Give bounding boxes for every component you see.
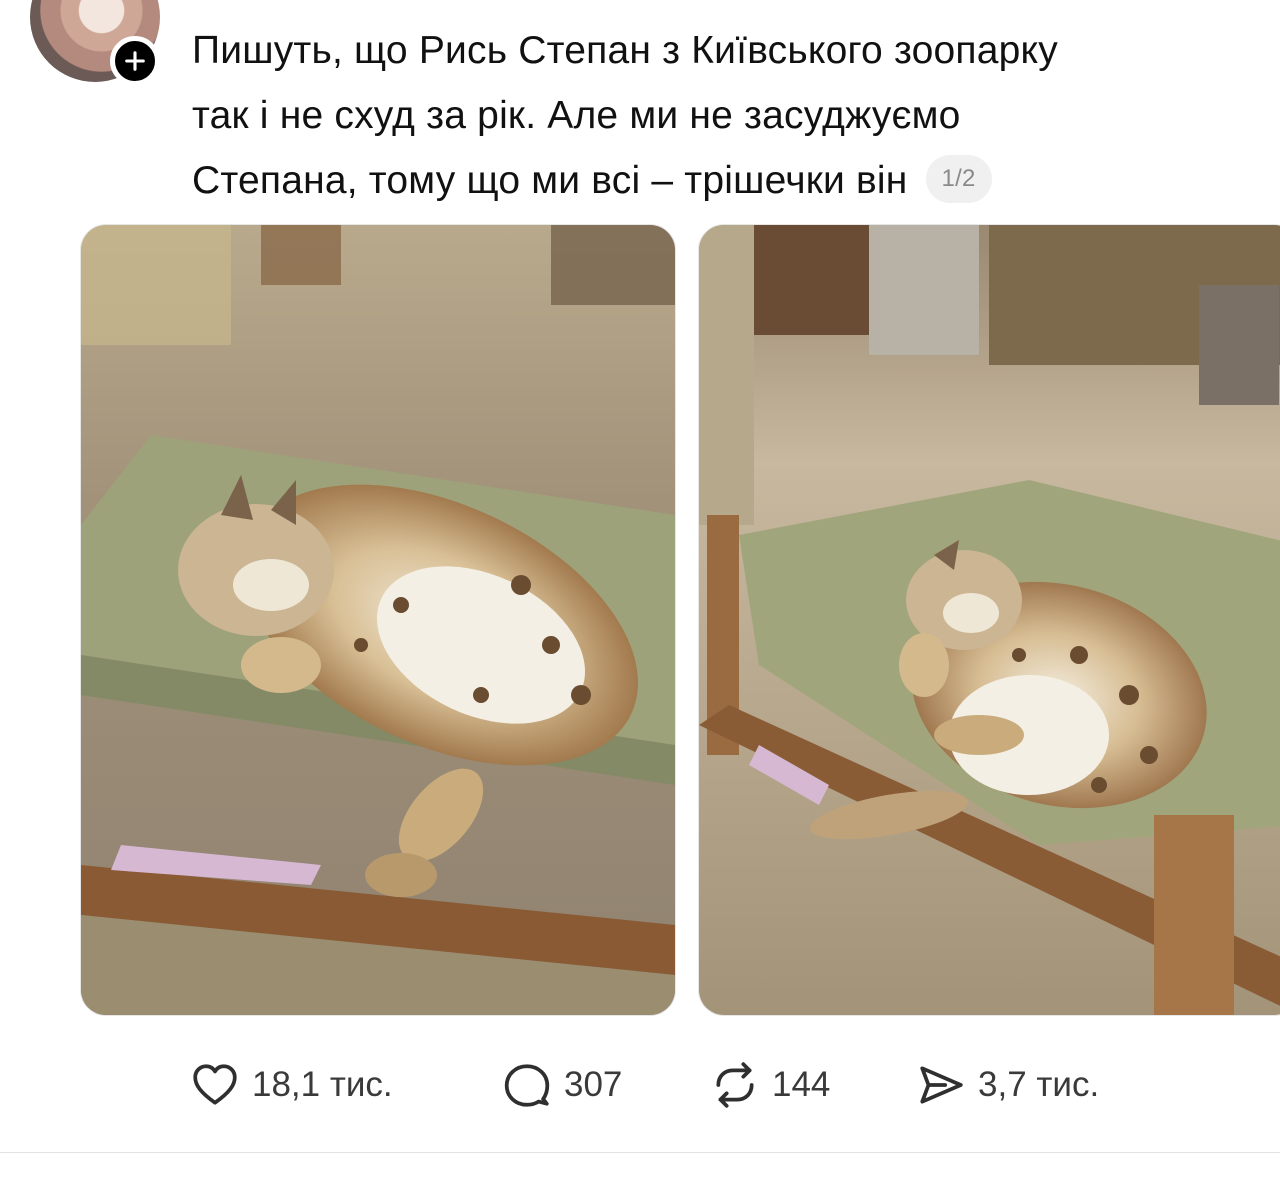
comment-button[interactable]: 307 (502, 1060, 622, 1110)
send-icon (920, 1066, 963, 1104)
repost-button[interactable]: 144 (710, 1060, 830, 1110)
post-text-line-content: Степана, тому що ми всі – трішечки він (192, 159, 908, 202)
photo-illustration (699, 225, 1280, 1015)
plus-icon (125, 51, 145, 71)
post-divider (0, 1152, 1280, 1153)
like-button[interactable]: 18,1 тис. (190, 1060, 393, 1110)
post-text-line: Степана, тому що ми всі – трішечки він 1/… (192, 148, 1252, 213)
lynx-photo-2[interactable] (698, 224, 1280, 1016)
comment-icon (504, 1064, 550, 1107)
lynx-photo-1[interactable] (80, 224, 676, 1016)
author-avatar-wrap[interactable] (30, 0, 160, 86)
post-text-line: так і не схуд за рік. Але ми не засуджує… (192, 94, 961, 137)
like-count: 18,1 тис. (252, 1065, 393, 1104)
post-text-line: Пишуть, що Рись Степан з Київського зооп… (192, 29, 1058, 72)
share-button[interactable]: 3,7 тис. (916, 1060, 1099, 1110)
comment-count: 307 (564, 1065, 623, 1104)
photo-illustration (81, 225, 675, 1015)
repost-count: 144 (772, 1065, 831, 1104)
heart-icon (193, 1064, 237, 1105)
page-counter-badge: 1/2 (925, 154, 992, 203)
repost-icon (716, 1062, 754, 1108)
share-count: 3,7 тис. (978, 1065, 1100, 1104)
follow-button[interactable] (110, 36, 160, 86)
post-text: Пишуть, що Рись Степан з Київського зооп… (192, 18, 1252, 213)
